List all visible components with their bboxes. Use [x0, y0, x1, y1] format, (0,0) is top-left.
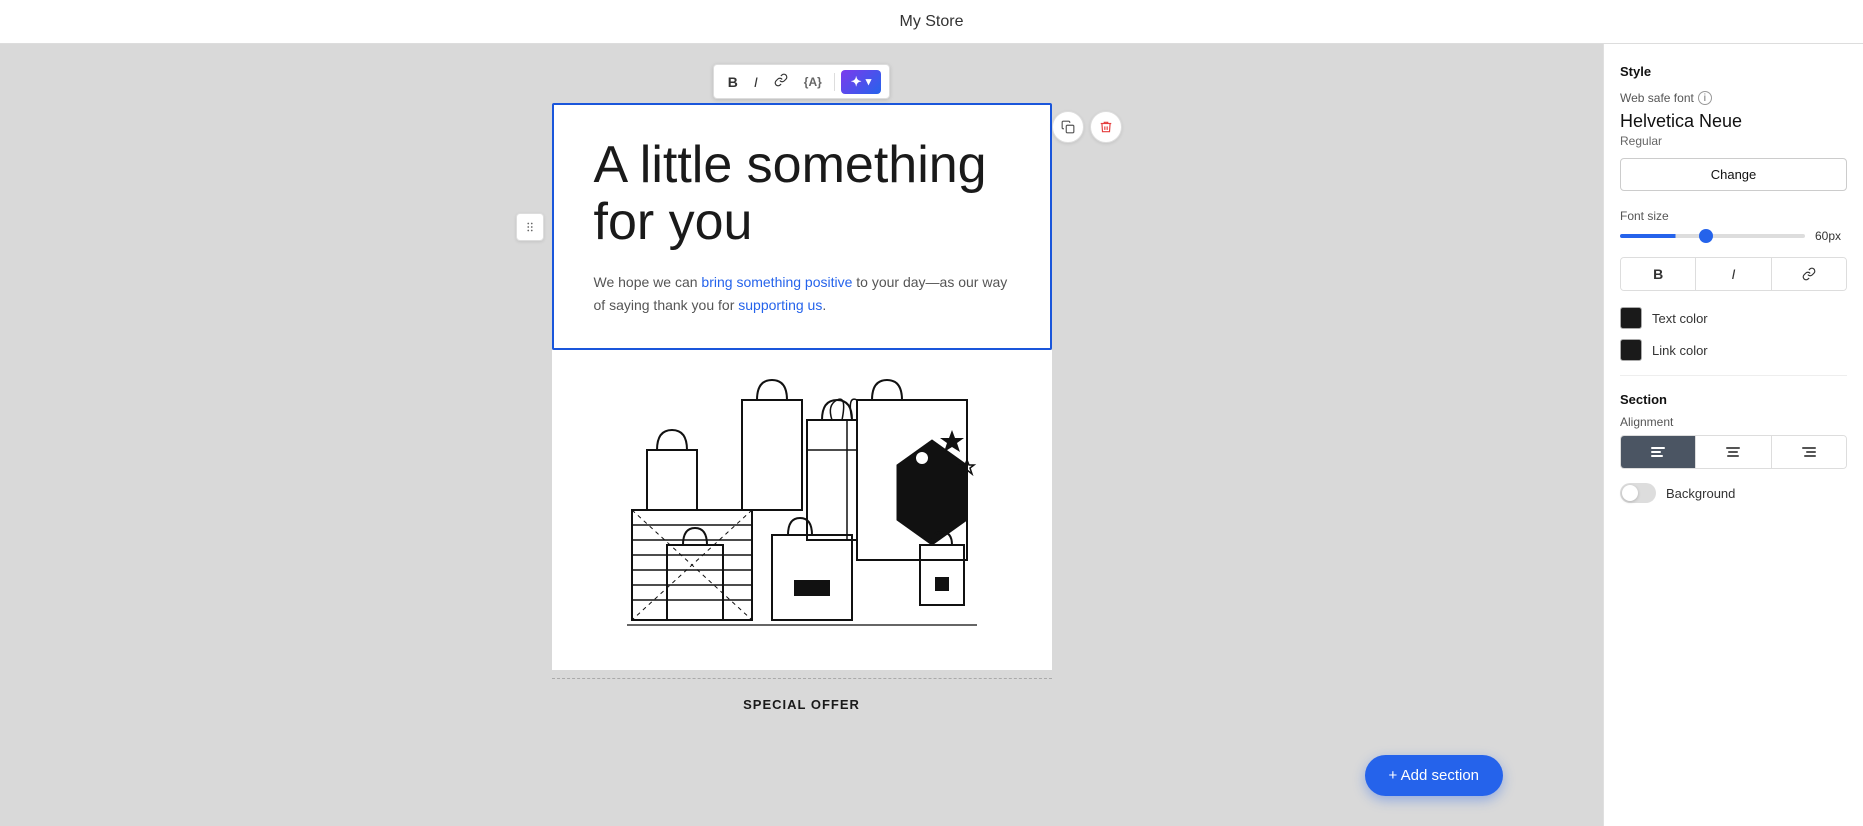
text-formatting-toolbar: B I {A} ✦ ▾ — [713, 64, 890, 99]
format-buttons: B I — [1620, 257, 1847, 291]
variable-button[interactable]: {A} — [798, 71, 828, 93]
alignment-label: Alignment — [1620, 415, 1847, 429]
font-style: Regular — [1620, 134, 1847, 148]
side-actions — [1052, 111, 1122, 143]
store-title: My Store — [899, 13, 963, 31]
font-name: Helvetica Neue — [1620, 111, 1847, 132]
toolbar-divider — [834, 73, 835, 91]
ai-chevron-icon: ▾ — [866, 75, 872, 88]
highlight-supporting: supporting us — [738, 297, 822, 313]
font-size-value: 60px — [1815, 229, 1847, 243]
bags-svg — [612, 370, 992, 650]
top-bar: My Store — [0, 0, 1863, 44]
font-size-slider[interactable] — [1620, 234, 1805, 238]
link-color-swatch[interactable] — [1620, 339, 1642, 361]
text-color-label: Text color — [1652, 311, 1708, 326]
align-center-button[interactable] — [1696, 436, 1771, 468]
special-offer-label: SPECIAL OFFER — [743, 687, 860, 732]
ai-icon: ✦ — [851, 74, 862, 90]
info-icon[interactable]: i — [1698, 91, 1712, 105]
section-panel-title: Section — [1620, 392, 1847, 407]
align-left-button[interactable] — [1621, 436, 1696, 468]
link-button[interactable] — [768, 69, 794, 94]
style-section-title: Style — [1620, 64, 1847, 79]
right-panel: Style Web safe font i Helvetica Neue Reg… — [1603, 44, 1863, 826]
link-color-row: Link color — [1620, 339, 1847, 361]
panel-divider — [1620, 375, 1847, 376]
link-color-label: Link color — [1652, 343, 1708, 358]
text-color-swatch[interactable] — [1620, 307, 1642, 329]
drag-handle[interactable] — [516, 213, 544, 241]
duplicate-button[interactable] — [1052, 111, 1084, 143]
ai-button[interactable]: ✦ ▾ — [841, 70, 881, 94]
bold-button[interactable]: B — [722, 70, 744, 94]
italic-button[interactable]: I — [748, 70, 764, 94]
content-block-wrapper: A little something for you We hope we ca… — [552, 103, 1052, 350]
text-content-block[interactable]: A little something for you We hope we ca… — [552, 103, 1052, 350]
block-heading: A little something for you — [594, 137, 1010, 251]
main-layout: B I {A} ✦ ▾ — [0, 44, 1863, 826]
format-bold-button[interactable]: B — [1621, 258, 1696, 290]
add-section-button[interactable]: + Add section — [1365, 755, 1503, 796]
web-safe-font-label: Web safe font i — [1620, 91, 1847, 105]
background-label: Background — [1666, 486, 1735, 501]
canvas-area: B I {A} ✦ ▾ — [0, 44, 1603, 826]
background-row: Background — [1620, 483, 1847, 503]
text-color-row: Text color — [1620, 307, 1847, 329]
format-link-button[interactable] — [1772, 258, 1846, 290]
block-body: We hope we can bring something positive … — [594, 271, 1010, 316]
highlight-bring: bring something positive — [701, 274, 852, 290]
font-size-label: Font size — [1620, 209, 1847, 223]
change-font-button[interactable]: Change — [1620, 158, 1847, 191]
format-italic-button[interactable]: I — [1696, 258, 1771, 290]
alignment-buttons — [1620, 435, 1847, 469]
delete-button[interactable] — [1090, 111, 1122, 143]
image-block — [552, 350, 1052, 670]
align-right-button[interactable] — [1772, 436, 1846, 468]
section-divider — [552, 678, 1052, 679]
font-size-row: 60px — [1620, 229, 1847, 243]
background-toggle[interactable] — [1620, 483, 1656, 503]
